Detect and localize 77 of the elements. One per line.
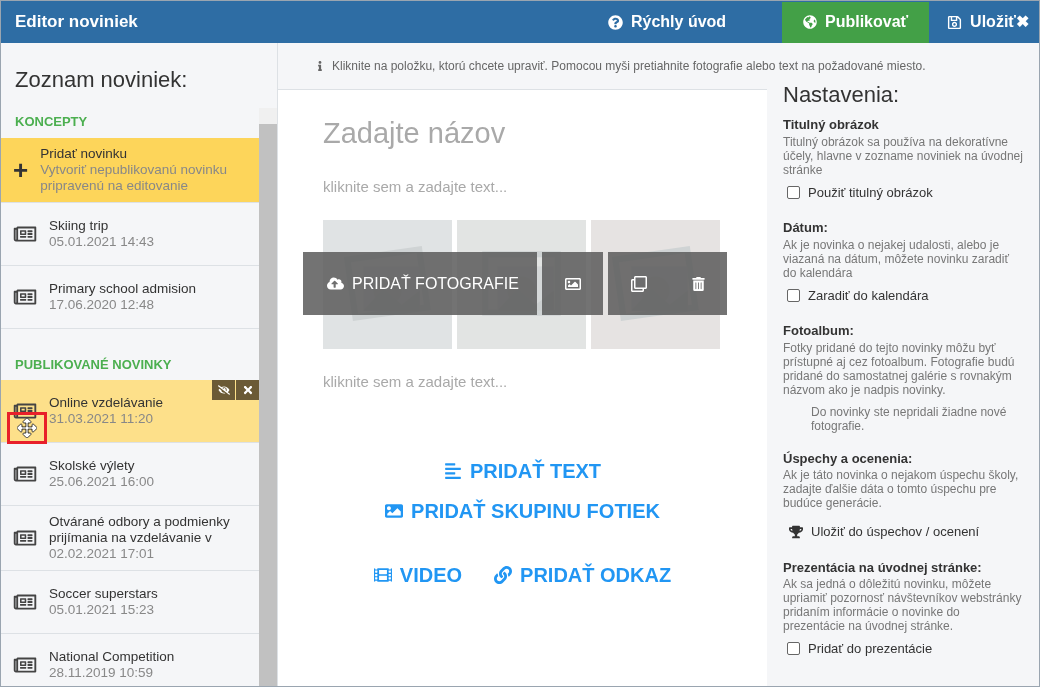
save-achievement-link[interactable]: Uložiť do úspechov / ocenení bbox=[789, 522, 1023, 542]
news-title: Otvárané odbory a podmienky prijímania na vzdelávanie v bbox=[49, 514, 231, 546]
image-icon bbox=[385, 501, 404, 520]
news-title: Soccer superstars bbox=[49, 586, 158, 602]
news-title: Primary school admision bbox=[49, 280, 197, 297]
quick-intro-button[interactable]: Rýchly úvod bbox=[607, 10, 727, 34]
close-button[interactable]: ✖ bbox=[1016, 10, 1029, 34]
news-subtitle: 31.03.2021 11:20 bbox=[49, 411, 155, 427]
delete-photo-button[interactable] bbox=[669, 252, 727, 315]
checkbox-label: Použiť titulný obrázok bbox=[808, 183, 933, 202]
add-content-link[interactable]: PRIDAŤ TEXT bbox=[443, 455, 602, 486]
newspaper-icon bbox=[13, 464, 37, 484]
checkbox[interactable] bbox=[787, 288, 800, 302]
hide-button[interactable] bbox=[212, 380, 235, 400]
checkbox-label: Pridať do prezentácie bbox=[808, 640, 933, 658]
duplicate-button[interactable] bbox=[608, 252, 669, 315]
setting-description: Fotky pridané do tejto novinky môžu byť prístupné aj cez fotoalbum. Fotografie budú pridané do samostatnej galérie s rovnakým názvom ako je nadpis novinky. bbox=[783, 340, 1016, 397]
newspaper-icon bbox=[13, 592, 37, 612]
setting-title: Prezentácia na úvodnej stránke: bbox=[783, 558, 983, 577]
checkbox[interactable] bbox=[787, 642, 800, 656]
news-subtitle: 25.06.2021 16:00 bbox=[49, 474, 155, 490]
add-photos-button[interactable]: PRIDAŤ FOTOGRAFIE bbox=[303, 252, 537, 315]
hint-text: Kliknite na položku, ktorú chcete upraviť. Pomocou myši pretiahnite fotografie alebo text na požadované miesto. bbox=[332, 58, 926, 75]
plus-sign: + bbox=[13, 156, 29, 183]
copy-icon bbox=[630, 275, 647, 292]
add-content-link[interactable]: PRIDAŤ SKUPINU FOTIEK bbox=[385, 495, 660, 526]
window-title: Editor noviniek bbox=[14, 11, 139, 34]
add-content-link[interactable]: PRIDAŤ ODKAZ bbox=[494, 559, 672, 590]
news-subtitle: 05.01.2021 14:43 bbox=[49, 233, 155, 250]
news-item[interactable]: + Pridať novinku Vytvoriť nepublikovanú novinku pripravenú na editovanie bbox=[1, 137, 259, 203]
setting-description: Ak sa jedná o dôležitú novinku, môžete upriamiť pozornosť návštevníkov webstránky pridaním informácie o novinke do prezentácie na úvodnej stránke. bbox=[783, 577, 1023, 633]
save-button[interactable]: Uložiť bbox=[947, 10, 1016, 34]
cloud-upload-icon bbox=[327, 275, 344, 292]
newspaper-icon bbox=[13, 528, 37, 548]
setting-description: Ak je novinka o nejakej udalosti, alebo je viazaná na dátum, môžete novinku zaradiť do kalendára bbox=[783, 237, 1010, 280]
eye-slash-icon bbox=[217, 384, 230, 396]
checkbox-label: Zaradiť do kalendára bbox=[808, 286, 929, 305]
section-heading: PUBLIKOVANÉ NOVINKY bbox=[14, 355, 173, 374]
publish-button[interactable]: Publikovať bbox=[782, 1, 930, 43]
setting-description: Ak je táto novinka o nejakom úspechu školy, zadajte ďalšie dáta o tomto úspechu pre budúce generácie. bbox=[783, 468, 1020, 510]
link-icon bbox=[494, 565, 513, 584]
news-title: Pridať novinku bbox=[40, 145, 129, 162]
newspaper-icon bbox=[13, 401, 37, 421]
question-icon bbox=[607, 14, 623, 30]
news-subtitle: Vytvoriť nepublikovanú novinku pripravenú na editovanie bbox=[40, 161, 229, 194]
news-title: Online vzdelávanie bbox=[49, 395, 164, 411]
setting-title: Fotoalbum: bbox=[783, 322, 855, 340]
settings-title: Nastavenia: bbox=[783, 83, 900, 107]
film-icon bbox=[373, 565, 392, 584]
info-icon bbox=[316, 61, 324, 71]
news-title: Skolské výlety bbox=[49, 458, 136, 474]
trash-icon bbox=[691, 276, 705, 291]
setting-title: Úspechy a ocenenia: bbox=[783, 449, 914, 468]
image-button[interactable] bbox=[542, 252, 603, 315]
news-title: National Competition bbox=[49, 649, 175, 665]
news-item[interactable]: Online vzdelávanie 31.03.2021 11:20 bbox=[1, 380, 259, 443]
news-subtitle: 28.11.2019 10:59 bbox=[49, 665, 155, 681]
sidebar-title: Zoznam noviniek: bbox=[14, 66, 189, 94]
trophy-icon bbox=[789, 524, 803, 539]
setting-title: Dátum: bbox=[783, 219, 829, 237]
image-icon bbox=[564, 275, 581, 292]
news-subtitle: 17.06.2020 12:48 bbox=[49, 296, 156, 313]
add-content-link[interactable]: VIDEO bbox=[373, 559, 463, 590]
news-title: Skiing trip bbox=[49, 217, 110, 234]
news-subtitle: 02.02.2021 17:01 bbox=[49, 546, 156, 562]
checkbox[interactable] bbox=[787, 185, 800, 199]
setting-description: Titulný obrázok sa používa na dekoratívne účely, hlavne v zozname noviniek na úvodnej stránke bbox=[783, 134, 1023, 177]
delete-button[interactable] bbox=[236, 380, 259, 400]
note-text: Do novinky ste nepridali žiadne nové fotografie. bbox=[811, 404, 1008, 433]
section-heading: KONCEPTY bbox=[14, 113, 89, 131]
newspaper-icon bbox=[13, 655, 37, 675]
setting-title: Titulný obrázok bbox=[783, 116, 880, 134]
move-cursor-icon bbox=[17, 418, 37, 438]
globe-icon bbox=[803, 15, 817, 29]
close-icon bbox=[241, 384, 254, 396]
align-left-icon bbox=[443, 461, 462, 480]
news-subtitle: 05.01.2021 15:23 bbox=[49, 602, 156, 618]
